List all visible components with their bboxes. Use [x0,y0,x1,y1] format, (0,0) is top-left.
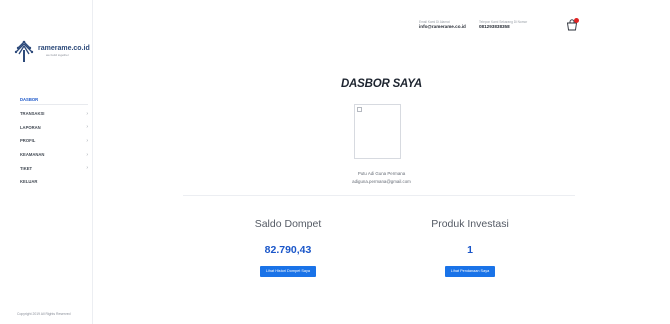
phone-value[interactable]: 081293838358 [479,24,527,30]
sidebar-item-label: TIKET [20,165,33,171]
cart-badge [574,18,579,23]
investment-label: Produk Investasi [431,218,509,230]
wallet-card: Saldo Dompet 82.790,43 Lihat Histori Dom… [188,218,388,277]
contact-phone: Telepon Kami Sekarang Di Nomor 081293838… [479,20,527,30]
broken-image-icon [357,107,362,112]
profile-name: Putu Adi Guna Permana [357,171,406,176]
section-divider [183,195,575,196]
sidebar-item-keamanan[interactable]: KEAMANAN › [20,148,88,162]
investment-count: 1 [467,244,473,256]
top-bar: Email Kami Di Alamat info@ramerame.co.id… [93,0,670,40]
sidebar-item-tiket[interactable]: TIKET › [20,161,88,175]
wallet-label: Saldo Dompet [254,218,322,230]
sidebar-item-label: TRANSAKSI [20,111,45,117]
chevron-right-icon: › [86,124,88,131]
contact-email: Email Kami Di Alamat info@ramerame.co.id [419,20,466,30]
email-value[interactable]: info@ramerame.co.id [419,24,466,30]
brand-logo[interactable]: ramerame.co.id we build together [14,38,90,64]
cart-button[interactable] [566,18,580,32]
sidebar-item-label: LAPORAN [20,124,41,130]
menu-divider [20,104,88,105]
sidebar-item-keluar[interactable]: KELUAR [20,175,88,189]
page-title: DASBOR SAYA [340,78,423,90]
sidebar-item-label: DASBOR [20,97,39,103]
sidebar-menu: DASBOR TRANSAKSI › LAPORAN › PROFIL › KEAMANAN ›… [20,93,88,189]
investment-card: Produk Investasi 1 Lihat Pendanaan Saya [370,218,570,277]
sidebar-item-label: KELUAR [20,179,38,185]
sidebar-item-label: PROFIL [20,138,36,144]
brand-tagline: we build together [46,53,69,57]
copyright-text: Copyright 2019 All Rights Reserved [17,312,71,316]
chevron-right-icon: › [86,151,88,158]
sidebar-item-label: KEAMANAN [20,152,45,158]
sidebar: ramerame.co.id we build together DASBOR T… [0,0,93,324]
wallet-history-button[interactable]: Lihat Histori Dompet Saya [259,266,317,277]
sidebar-item-transaksi[interactable]: TRANSAKSI › [20,107,88,121]
main-content: DASBOR SAYA Putu Adi Guna Permana adigun… [93,40,670,324]
wallet-balance: 82.790,43 [264,244,312,256]
investment-view-button[interactable]: Lihat Pendanaan Saya [444,266,496,277]
chevron-right-icon: › [86,165,88,172]
brand-name: ramerame.co.id [38,45,90,52]
sidebar-item-profil[interactable]: PROFIL › [20,134,88,148]
profile-avatar [354,104,401,159]
tree-logo-icon [14,40,34,62]
chevron-right-icon: › [86,137,88,144]
brand-text: ramerame.co.id we build together [38,45,90,57]
profile-email: adiguna.permana@gmail.com [352,179,411,184]
sidebar-item-laporan[interactable]: LAPORAN › [20,120,88,134]
chevron-right-icon: › [86,110,88,117]
